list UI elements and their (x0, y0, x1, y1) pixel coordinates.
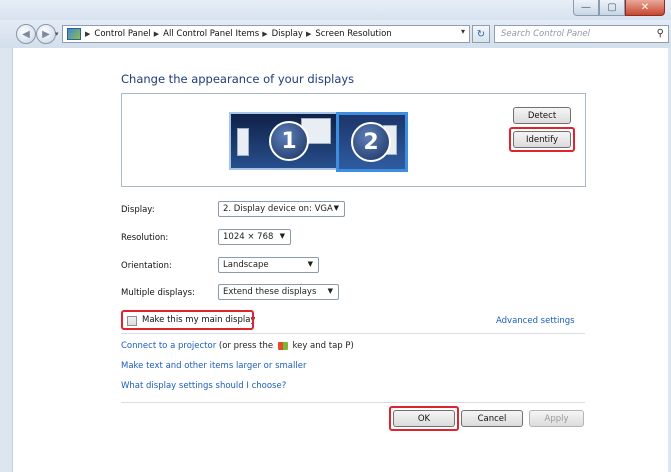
search-input[interactable]: Search Control Panel ⚲ (494, 25, 669, 43)
connect-projector-link[interactable]: Connect to a projector (121, 341, 216, 351)
breadcrumb-all-items[interactable]: All Control Panel Items (163, 29, 259, 39)
advanced-settings-link[interactable]: Advanced settings (496, 316, 575, 326)
display-settings-help-link[interactable]: What display settings should I choose? (121, 381, 286, 391)
recent-pages-chevron-icon[interactable]: ▾ (55, 30, 59, 38)
forward-button[interactable]: ▶ (36, 24, 56, 44)
orientation-label: Orientation: (121, 261, 172, 271)
address-dropdown-icon[interactable]: ▾ (461, 27, 465, 36)
chevron-down-icon: ▼ (307, 260, 313, 268)
address-bar[interactable]: ▶ Control Panel ▶ All Control Panel Item… (62, 25, 470, 43)
control-panel-icon (67, 28, 81, 40)
search-icon[interactable]: ⚲ (657, 28, 664, 39)
resolution-label: Resolution: (121, 233, 169, 243)
chevron-down-icon: ▼ (333, 204, 339, 212)
title-bar: — ▢ ✕ (0, 0, 671, 20)
content-pane: Change the appearance of your displays 1… (12, 48, 668, 472)
monitor-2-number: 2 (351, 122, 391, 162)
display-select[interactable]: 2. Display device on: VGA ▼ (218, 201, 345, 217)
cancel-button[interactable]: Cancel (461, 410, 523, 427)
multiple-displays-label: Multiple displays: (121, 288, 195, 298)
breadcrumb-control-panel[interactable]: Control Panel (94, 29, 150, 39)
apply-button[interactable]: Apply (529, 410, 584, 427)
mini-window-graphic (237, 128, 249, 156)
search-placeholder: Search Control Panel (501, 29, 591, 39)
monitor-arrangement-area: 1 2 Detect Identify (121, 93, 586, 187)
chevron-down-icon: ▼ (279, 232, 285, 240)
back-button[interactable]: ◀ (16, 24, 36, 44)
multiple-displays-select[interactable]: Extend these displays ▼ (218, 284, 339, 300)
monitor-1[interactable]: 1 (229, 112, 339, 170)
breadcrumb-screen-resolution[interactable]: Screen Resolution (315, 29, 391, 39)
refresh-icon: ↻ (476, 28, 486, 40)
close-button[interactable]: ✕ (625, 0, 665, 16)
projector-hint-text-2: key and tap P) (292, 341, 354, 351)
ok-highlight (389, 406, 459, 431)
windows-logo-icon (277, 341, 288, 350)
breadcrumb-display[interactable]: Display (272, 29, 303, 39)
window-controls: — ▢ ✕ (573, 0, 665, 16)
display-label: Display: (121, 205, 155, 215)
maximize-button[interactable]: ▢ (599, 0, 625, 16)
projector-hint-text: (or press the (218, 341, 274, 351)
chevron-down-icon: ▼ (327, 287, 333, 295)
control-panel-window: — ▢ ✕ ◀ ▶ ▾ ▶ Control Panel ▶ All Contro… (0, 0, 671, 472)
resolution-select[interactable]: 1024 × 768 ▼ (218, 229, 291, 245)
main-display-highlight (121, 310, 254, 330)
monitor-1-number: 1 (269, 121, 309, 161)
minimize-button[interactable]: — (573, 0, 599, 16)
divider (121, 333, 585, 334)
monitor-2[interactable]: 2 (336, 112, 408, 172)
text-size-link[interactable]: Make text and other items larger or smal… (121, 361, 306, 371)
projector-row: Connect to a projector (or press the key… (121, 341, 354, 351)
orientation-select[interactable]: Landscape ▼ (218, 257, 319, 273)
refresh-button[interactable]: ↻ (472, 25, 490, 43)
address-row: ◀ ▶ ▾ ▶ Control Panel ▶ All Control Pane… (0, 20, 671, 48)
identify-highlight (509, 127, 575, 152)
detect-button[interactable]: Detect (513, 107, 571, 124)
page-title: Change the appearance of your displays (121, 72, 355, 86)
divider (121, 402, 585, 403)
